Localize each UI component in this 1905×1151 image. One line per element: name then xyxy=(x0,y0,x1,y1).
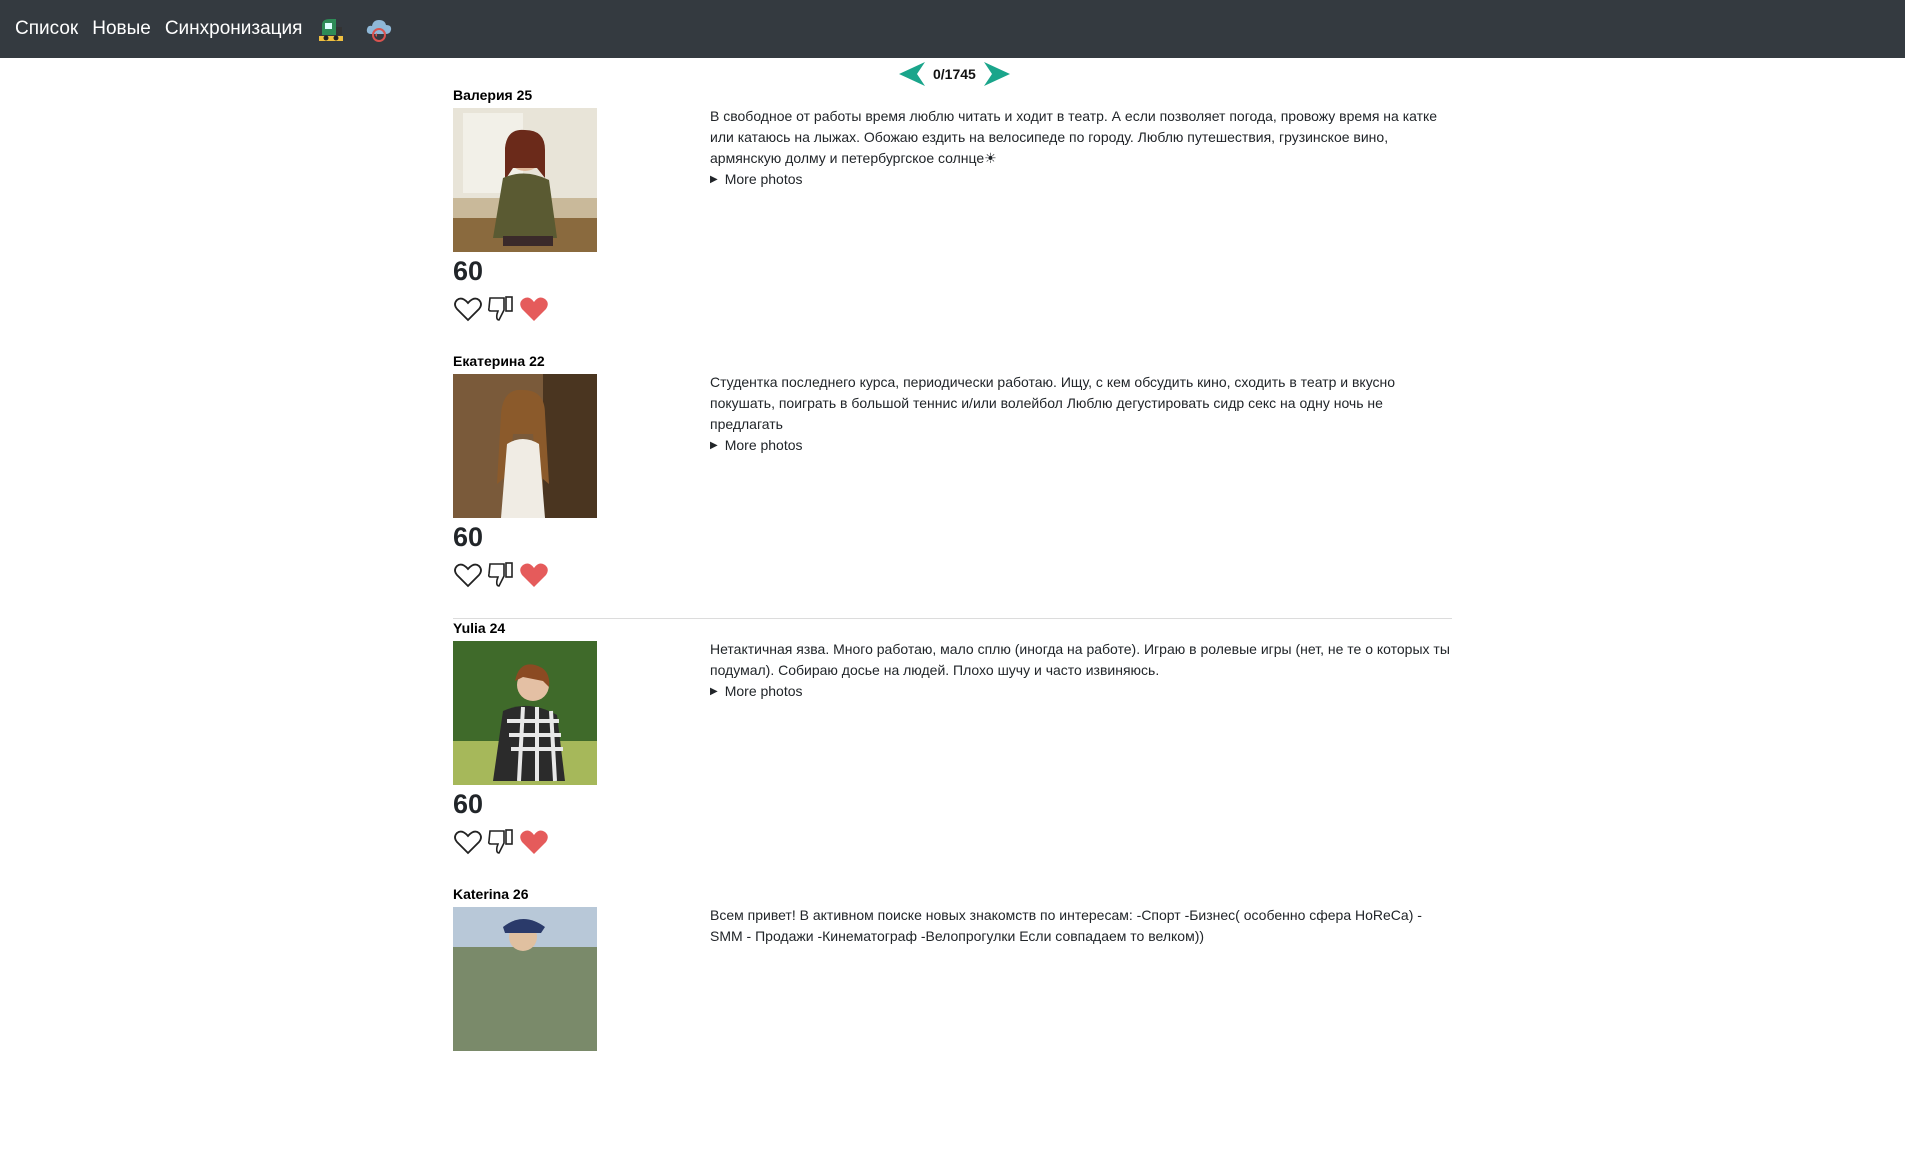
profile-bio: Нетактичная язва. Много работаю, мало сп… xyxy=(710,639,1452,702)
profile-score: 60 xyxy=(453,789,484,819)
profile-card: Yulia 24 60 Нетактичная язва. Много рабо… xyxy=(453,618,1452,885)
profile-actions xyxy=(453,560,549,590)
profile-photo[interactable] xyxy=(453,374,597,518)
profile-bio-text: Всем привет! В активном поиске новых зна… xyxy=(710,907,1422,944)
disclosure-triangle-icon: ▶ xyxy=(710,686,718,697)
more-photos-toggle[interactable]: ▶ More photos xyxy=(710,681,1452,702)
pager-count: 0/1745 xyxy=(933,66,976,82)
dislike-icon[interactable] xyxy=(486,294,516,324)
more-photos-label: More photos xyxy=(724,437,803,453)
super-like-heart-icon[interactable] xyxy=(519,294,549,324)
profile-photo[interactable] xyxy=(453,108,597,252)
profile-name: Katerina 26 xyxy=(453,886,529,902)
pager: 0/1745 xyxy=(897,60,1012,88)
more-photos-toggle[interactable]: ▶ More photos xyxy=(710,435,1452,456)
nav-new-link[interactable]: Новые xyxy=(92,18,151,40)
nav-sync-link[interactable]: Синхронизация xyxy=(165,18,303,40)
profile-name: Yulia 24 xyxy=(453,620,506,636)
navbar: Список Новые Синхронизация xyxy=(0,0,1905,58)
profile-card: Валерия 25 60 В свободное от работы врем… xyxy=(453,86,1452,352)
nav-list-link[interactable]: Список xyxy=(15,18,78,40)
profile-bio-text: Студентка последнего курса, периодически… xyxy=(710,374,1396,432)
disclosure-triangle-icon: ▶ xyxy=(710,440,718,451)
dislike-icon[interactable] xyxy=(486,560,516,590)
profile-score: 60 xyxy=(453,256,484,286)
super-like-heart-icon[interactable] xyxy=(519,560,549,590)
dislike-icon[interactable] xyxy=(486,827,516,857)
profile-photo[interactable] xyxy=(453,907,597,1051)
super-like-heart-icon[interactable] xyxy=(519,827,549,857)
profile-bio: В свободное от работы время люблю читать… xyxy=(710,106,1452,190)
profile-photo[interactable] xyxy=(453,641,597,785)
more-photos-toggle[interactable]: ▶ More photos xyxy=(710,169,1452,190)
profile-bio: Всем привет! В активном поиске новых зна… xyxy=(710,905,1452,947)
like-outline-icon[interactable] xyxy=(453,827,483,857)
profile-name: Валерия 25 xyxy=(453,87,533,103)
cloud-sync-icon[interactable] xyxy=(364,14,394,44)
profile-bio: Студентка последнего курса, периодически… xyxy=(710,372,1452,456)
profile-score: 60 xyxy=(453,522,484,552)
prev-arrow-icon[interactable] xyxy=(897,60,927,88)
profile-card: Екатерина 22 60 Студентка последнего кур… xyxy=(453,352,1452,618)
like-outline-icon[interactable] xyxy=(453,294,483,324)
profile-actions xyxy=(453,827,549,857)
like-outline-icon[interactable] xyxy=(453,560,483,590)
profile-card: Katerina 26 Всем привет! В активном поис… xyxy=(453,885,1452,1151)
profile-actions xyxy=(453,294,549,324)
profile-name: Екатерина 22 xyxy=(453,353,545,369)
profile-bio-text: Нетактичная язва. Много работаю, мало сп… xyxy=(710,641,1450,678)
next-arrow-icon[interactable] xyxy=(982,60,1012,88)
more-photos-label: More photos xyxy=(724,683,803,699)
more-photos-label: More photos xyxy=(724,171,803,187)
disclosure-triangle-icon: ▶ xyxy=(710,174,718,185)
train-icon[interactable] xyxy=(316,14,346,44)
profile-list: Валерия 25 60 В свободное от работы врем… xyxy=(453,86,1452,1151)
profile-bio-text: В свободное от работы время люблю читать… xyxy=(710,108,1438,166)
